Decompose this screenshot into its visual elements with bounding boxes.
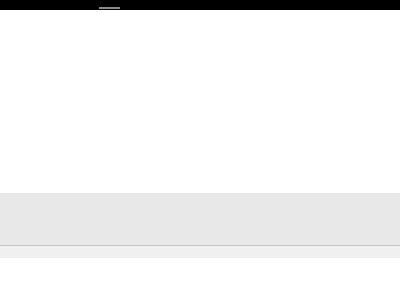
top-bar xyxy=(0,0,400,10)
grey-panel xyxy=(0,193,400,245)
lower-panel xyxy=(0,246,400,258)
bottom-content-area xyxy=(0,258,400,300)
active-tab-indicator xyxy=(99,7,120,9)
page-frame xyxy=(0,0,400,300)
main-content-area xyxy=(0,10,400,193)
